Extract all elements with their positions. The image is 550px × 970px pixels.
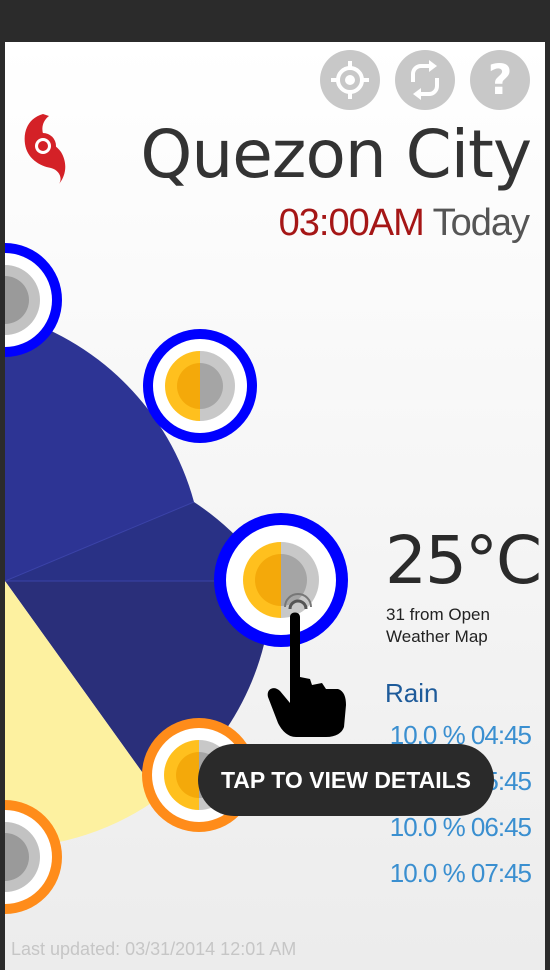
refresh-button[interactable] xyxy=(395,50,455,110)
day-label: Today xyxy=(432,202,530,244)
status-bar xyxy=(0,0,550,42)
weather-source: 31 from Open Weather Map xyxy=(386,605,490,646)
rain-row: 10.0 % 06:45 xyxy=(389,812,532,842)
crosshair-icon xyxy=(330,60,370,100)
weather-screen: ? Quezon City 03:00AM Today 25°C 31 from… xyxy=(5,42,545,970)
help-icon: ? xyxy=(487,55,513,104)
refresh-icon xyxy=(405,60,445,100)
help-button[interactable]: ? xyxy=(470,50,530,110)
tap-hand-icon xyxy=(260,577,355,742)
last-updated: Last updated: 03/31/2014 12:01 AM xyxy=(11,939,297,959)
forecast-node[interactable] xyxy=(143,329,257,443)
forecast-time: 03:00AM Today xyxy=(278,202,530,245)
tap-to-view-details-toast[interactable]: TAP TO VIEW DETAILS xyxy=(198,744,494,816)
rain-row: 10.0 % 07:45 xyxy=(389,858,532,888)
time-value: 03:00AM xyxy=(278,202,425,244)
rain-title: Rain xyxy=(385,678,439,708)
locate-button[interactable] xyxy=(320,50,380,110)
city-name: Quezon City xyxy=(140,116,532,193)
storm-logo-icon xyxy=(19,108,67,191)
temperature: 25°C xyxy=(385,522,542,599)
